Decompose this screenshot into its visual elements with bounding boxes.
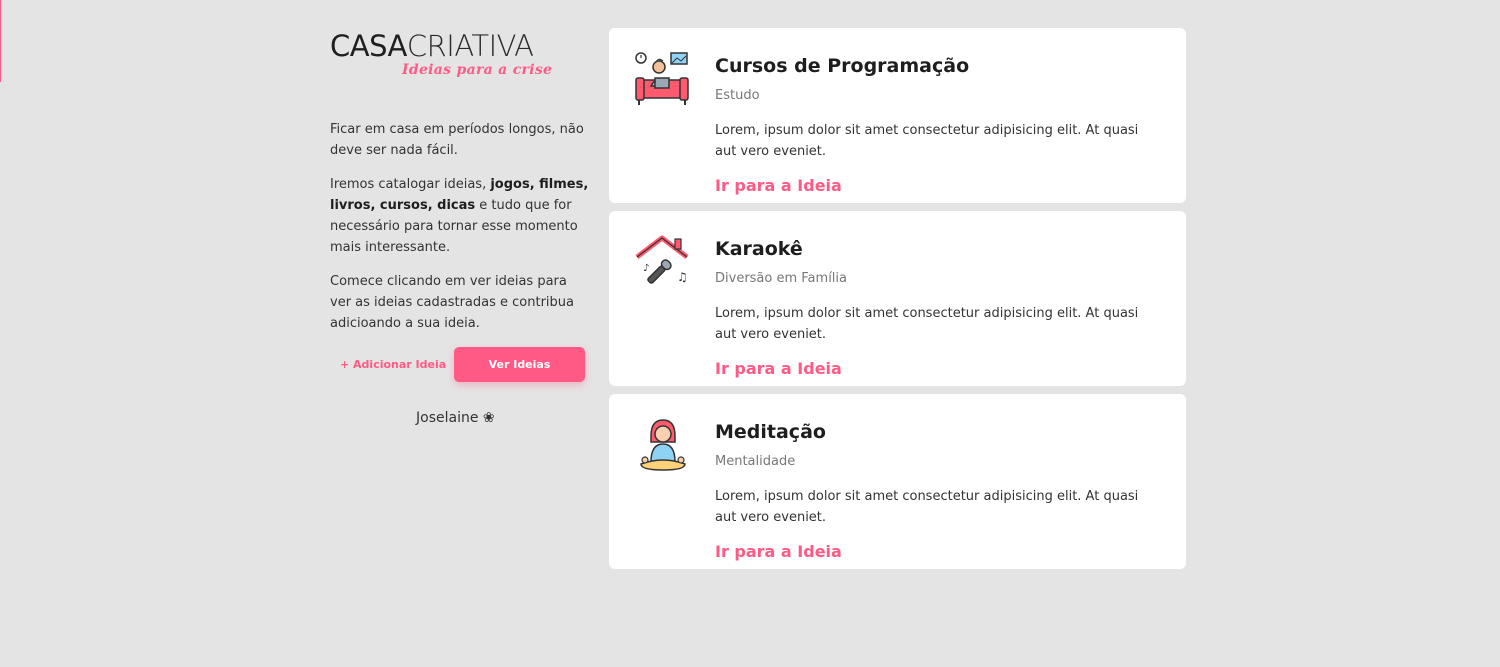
- page: CASACRIATIVA Ideias para a crise Ficar e…: [0, 0, 1500, 667]
- left-edge-accent: [0, 0, 1, 82]
- logo: CASACRIATIVA Ideias para a crise: [330, 30, 592, 90]
- intro-paragraph-1: Ficar em casa em períodos longos, não de…: [330, 122, 584, 158]
- go-to-idea-link[interactable]: Ir para a Ideia: [715, 542, 842, 561]
- idea-title: Karaokê: [715, 238, 803, 260]
- intro-paragraph-3: Comece clicando em ver ideias para ver a…: [330, 274, 575, 331]
- karaoke-icon: ♪ ♫: [635, 235, 689, 284]
- logo-part-2: CRIATIVA: [406, 29, 534, 63]
- intro-paragraph-2: Iremos catalogar ideias, jogos, filmes, …: [330, 177, 589, 255]
- idea-card: Meditação Mentalidade Lorem, ipsum dolor…: [609, 394, 1186, 569]
- idea-description: Lorem, ipsum dolor sit amet consectetur …: [715, 489, 1139, 525]
- idea-description: Lorem, ipsum dolor sit amet consectetur …: [715, 306, 1139, 342]
- actions: + Adicionar Ideia Ver Ideias: [330, 347, 592, 407]
- idea-title: Meditação: [715, 421, 826, 443]
- author-credit: Joselaine ❀: [416, 410, 495, 426]
- add-idea-button[interactable]: + Adicionar Ideia: [340, 358, 446, 371]
- idea-category: Diversão em Família: [715, 271, 847, 286]
- logo-part-1: CASA: [330, 29, 407, 63]
- svg-text:♪: ♪: [643, 263, 649, 274]
- go-to-idea-link[interactable]: Ir para a Ideia: [715, 176, 842, 195]
- meditation-icon: [640, 419, 686, 471]
- svg-text:♫: ♫: [677, 270, 688, 284]
- go-to-idea-link[interactable]: Ir para a Ideia: [715, 359, 842, 378]
- ideas-list: Cursos de Programação Estudo Lorem, ipsu…: [609, 28, 1186, 577]
- intro-text: Ficar em casa em períodos longos, não de…: [330, 119, 592, 334]
- idea-card: Cursos de Programação Estudo Lorem, ipsu…: [609, 28, 1186, 203]
- sidebar: CASACRIATIVA Ideias para a crise Ficar e…: [330, 30, 592, 426]
- logo-tagline: Ideias para a crise: [402, 62, 553, 78]
- idea-description: Lorem, ipsum dolor sit amet consectetur …: [715, 123, 1139, 159]
- idea-category: Estudo: [715, 88, 760, 103]
- programming-study-icon: [635, 52, 689, 105]
- idea-card: ♪ ♫ Karaokê Diversão em Família Lorem, i…: [609, 211, 1186, 386]
- idea-category: Mentalidade: [715, 454, 796, 469]
- idea-title: Cursos de Programação: [715, 55, 970, 77]
- see-ideas-button[interactable]: Ver Ideias: [454, 347, 585, 382]
